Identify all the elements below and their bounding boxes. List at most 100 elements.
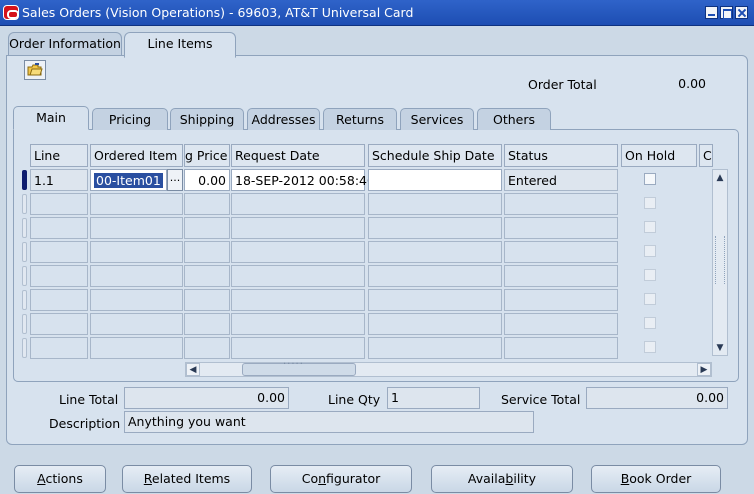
empty-cell[interactable] [368,241,502,263]
on-hold-checkbox[interactable] [644,269,656,281]
empty-cell[interactable] [90,289,183,311]
cell-line[interactable]: 1.1 [30,169,88,191]
on-hold-checkbox[interactable] [644,245,656,257]
empty-cell[interactable] [231,241,365,263]
subtab-returns[interactable]: Returns [323,108,397,130]
line-qty-field[interactable]: 1 [387,387,480,409]
minimize-icon[interactable] [705,6,718,19]
empty-cell[interactable] [368,217,502,239]
configurator-label-pre: Co [301,471,319,486]
empty-cell[interactable] [368,265,502,287]
subtab-others[interactable]: Others [477,108,551,130]
on-hold-checkbox[interactable] [644,221,656,233]
related-items-mnemonic: R [143,471,152,486]
empty-cell[interactable] [30,217,88,239]
empty-cell[interactable] [90,217,183,239]
on-hold-checkbox[interactable] [644,293,656,305]
row-indicator[interactable] [22,290,27,310]
empty-cell[interactable] [184,217,230,239]
row-indicator[interactable] [22,338,27,358]
status-field[interactable]: Entered [504,169,618,191]
empty-cell[interactable] [504,289,618,311]
empty-cell[interactable] [30,337,88,359]
empty-cell[interactable] [368,313,502,335]
empty-cell[interactable] [184,193,230,215]
empty-cell[interactable] [90,313,183,335]
service-total-field[interactable]: 0.00 [586,387,728,409]
close-icon[interactable] [735,6,748,19]
configurator-mnemonic: n [318,471,327,486]
subtab-shipping[interactable]: Shipping [170,108,244,130]
empty-cell[interactable] [30,265,88,287]
on-hold-checkbox[interactable] [644,173,656,185]
row-indicator[interactable] [22,314,27,334]
price-input[interactable]: 0.00 [184,169,230,191]
request-date-input[interactable]: 18-SEP-2012 00:58:40 [231,169,375,191]
empty-cell[interactable] [231,193,365,215]
availability-label: ility [513,471,537,486]
book-order-button[interactable]: Book Order [591,465,721,493]
related-items-label: elated Items [151,471,231,486]
availability-button[interactable]: Availability [431,465,573,493]
empty-cell[interactable] [184,289,230,311]
empty-cell[interactable] [368,289,502,311]
description-field[interactable]: Anything you want [124,411,534,433]
empty-cell[interactable] [184,337,230,359]
row-indicator[interactable] [22,194,27,214]
empty-cell[interactable] [184,241,230,263]
empty-cell[interactable] [184,265,230,287]
empty-cell[interactable] [504,217,618,239]
on-hold-checkbox[interactable] [644,317,656,329]
scroll-up-icon[interactable]: ▲ [712,170,728,186]
scroll-grip[interactable] [715,236,725,284]
subtab-addresses[interactable]: Addresses [247,108,320,130]
scroll-right-icon[interactable]: ▶ [697,363,711,376]
service-total-label: Service Total [501,392,581,407]
lov-button[interactable]: ... [167,169,183,191]
empty-cell[interactable] [30,241,88,263]
on-hold-checkbox[interactable] [644,341,656,353]
on-hold-checkbox[interactable] [644,197,656,209]
empty-cell[interactable] [504,193,618,215]
empty-cell[interactable] [231,337,365,359]
empty-cell[interactable] [90,265,183,287]
empty-cell[interactable] [368,337,502,359]
row-indicator[interactable] [22,242,27,262]
empty-cell[interactable] [30,289,88,311]
subtab-pricing[interactable]: Pricing [92,108,168,130]
empty-cell[interactable] [90,337,183,359]
horizontal-scroll-thumb[interactable] [242,359,356,376]
empty-cell[interactable] [231,217,365,239]
row-indicator[interactable] [22,170,27,190]
scroll-left-icon[interactable]: ◀ [186,363,200,376]
subtab-services[interactable]: Services [400,108,474,130]
empty-cell[interactable] [231,313,365,335]
empty-cell[interactable] [184,313,230,335]
actions-button[interactable]: Actions [14,465,106,493]
empty-cell[interactable] [504,313,618,335]
empty-cell[interactable] [504,337,618,359]
empty-cell[interactable] [30,193,88,215]
empty-cell[interactable] [368,193,502,215]
empty-cell[interactable] [90,193,183,215]
tab-order-information[interactable]: Order Information [8,32,122,56]
empty-cell[interactable] [504,265,618,287]
ordered-item-input[interactable]: 00-Item01 [90,169,167,191]
title-bar: Sales Orders (Vision Operations) - 69603… [0,0,754,26]
related-items-button[interactable]: Related Items [122,465,252,493]
empty-cell[interactable] [231,289,365,311]
row-indicator[interactable] [22,218,27,238]
empty-cell[interactable] [231,265,365,287]
maximize-icon[interactable] [720,6,733,19]
configurator-button[interactable]: Configurator [270,465,412,493]
empty-cell[interactable] [90,241,183,263]
folder-button[interactable] [24,60,46,80]
row-indicator[interactable] [22,266,27,286]
schedule-ship-date-input[interactable] [368,169,502,191]
subtab-main[interactable]: Main [13,106,89,130]
empty-cell[interactable] [30,313,88,335]
scroll-down-icon[interactable]: ▼ [712,340,728,356]
line-total-field[interactable]: 0.00 [124,387,289,409]
empty-cell[interactable] [504,241,618,263]
tab-line-items[interactable]: Line Items [124,32,236,58]
